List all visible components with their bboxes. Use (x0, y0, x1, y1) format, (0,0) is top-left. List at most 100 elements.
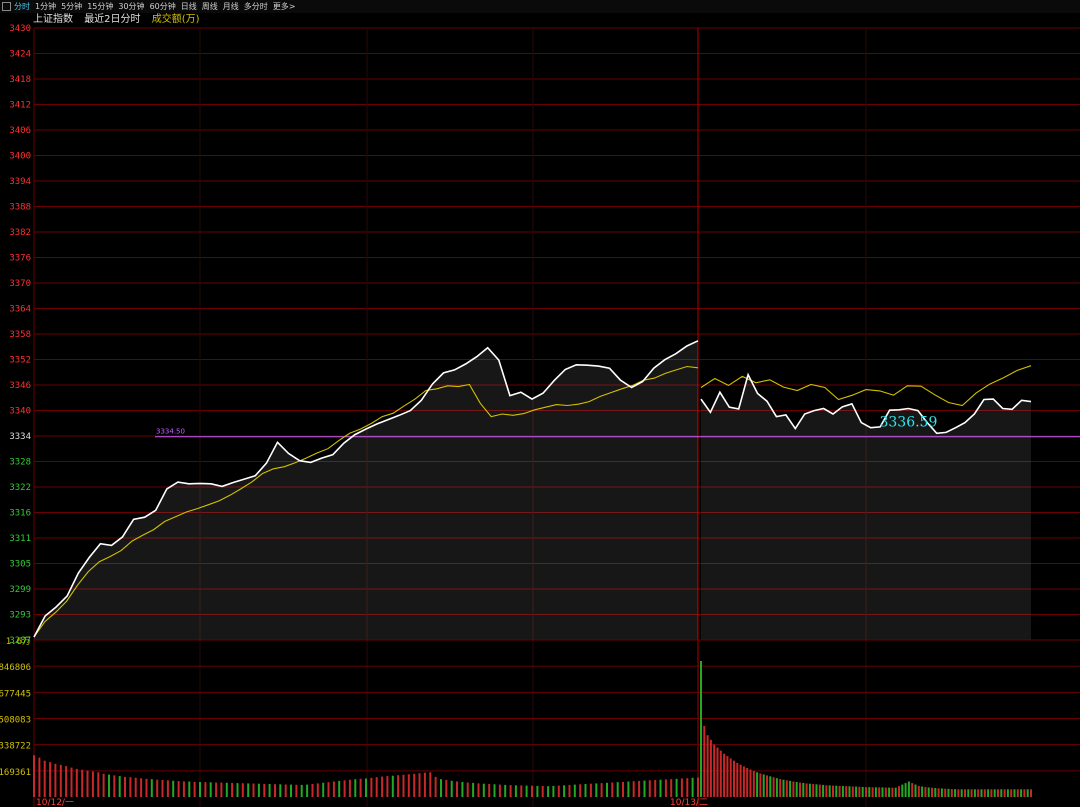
volume-bar (638, 780, 641, 797)
tab-6[interactable]: 日线 (181, 0, 197, 13)
volume-bar (252, 783, 255, 797)
volume-bar (108, 774, 110, 797)
volume-bar (86, 770, 89, 797)
volume-bar (697, 777, 699, 797)
volume-bar (552, 785, 555, 797)
volume-bar (759, 773, 762, 797)
volume-bar (247, 783, 250, 797)
volume-bar (568, 784, 571, 797)
volume-bar (81, 769, 84, 797)
volume-bar (729, 758, 732, 797)
volume-bar (894, 787, 897, 797)
tab-7[interactable]: 周线 (202, 0, 218, 13)
volume-bar (881, 787, 884, 797)
volume-bar (177, 781, 180, 797)
volume-bar (284, 784, 287, 797)
intraday-chart[interactable]: 3430 3424 3418 3412 3406 3400 3394 3388 3382 3376… (0, 0, 1080, 807)
tab-5[interactable]: 60分钟 (150, 0, 176, 13)
volume-tick-label: 1.6万 (6, 637, 31, 647)
volume-bar (1013, 789, 1016, 797)
volume-bar (193, 781, 196, 797)
index-name: 上证指数 (33, 14, 73, 25)
volume-bar (118, 776, 121, 797)
volume-bar (606, 782, 608, 797)
volume-bar (980, 789, 983, 797)
volume-bar (209, 782, 212, 797)
volume-bar (1006, 789, 1009, 797)
volume-bar (888, 787, 891, 797)
volume-bar (987, 789, 990, 797)
volume-bar (878, 787, 881, 797)
volume-bar (589, 783, 592, 797)
volume-bar (795, 782, 798, 797)
volume-bar (822, 784, 825, 797)
volume-bar (723, 753, 726, 797)
volume-bar (901, 784, 904, 797)
volume-bar (812, 784, 815, 797)
volume-bar (719, 750, 722, 797)
volume-bar (300, 784, 303, 797)
y-tick-label: 3430 (9, 24, 31, 34)
y-tick-label: 3340 (9, 407, 31, 417)
volume-bar (914, 784, 917, 797)
tab-3[interactable]: 15分钟 (87, 0, 113, 13)
volume-bar (752, 771, 755, 797)
volume-bar (579, 784, 582, 797)
volume-bar (997, 789, 999, 797)
y-tick-label: 3418 (9, 75, 31, 85)
volume-bar (461, 782, 464, 797)
volume-bar (927, 787, 930, 797)
tab-8[interactable]: 月线 (223, 0, 239, 13)
tab-0[interactable]: 分时 (14, 0, 30, 13)
volume-bar (832, 785, 834, 797)
volume-bar (166, 780, 169, 797)
volume-bar (659, 779, 662, 797)
volume-bar (967, 789, 970, 797)
volume-bar (937, 788, 940, 797)
volume-tick-label: 677445 (0, 689, 31, 699)
tab-1[interactable]: 1分钟 (35, 0, 56, 13)
volume-bar (504, 784, 507, 797)
volume-bar (418, 773, 421, 797)
volume-tick-label: 169361 (0, 768, 31, 778)
volume-bar (664, 779, 667, 797)
volume-bar (911, 783, 914, 797)
reference-line-label: 3334.50 (156, 428, 185, 436)
volume-bar (789, 780, 792, 797)
volume-bar (268, 784, 271, 797)
volume-bar (338, 780, 341, 797)
volume-bar (709, 739, 712, 797)
volume-bar (904, 783, 907, 797)
volume-bar (97, 772, 100, 797)
volume-bar (861, 787, 864, 797)
volume-bar (1026, 789, 1029, 797)
annotation-label: 3336.59 (879, 414, 937, 430)
volume-bar (327, 782, 330, 797)
volume-bar (541, 786, 544, 797)
volume-bar (838, 785, 841, 797)
window-toggle-icon[interactable] (2, 2, 11, 11)
tab-4[interactable]: 30分钟 (118, 0, 144, 13)
tab-2[interactable]: 5分钟 (61, 0, 82, 13)
y-tick-label: 3316 (9, 509, 31, 519)
volume-bar (947, 788, 950, 797)
volume-bar (450, 780, 453, 797)
volume-bar (279, 784, 282, 797)
volume-bar (359, 778, 362, 797)
volume-bar (241, 783, 244, 797)
volume-bar (182, 781, 185, 797)
tab-9[interactable]: 多分时 (244, 0, 268, 13)
tab-10[interactable]: 更多> (273, 0, 296, 13)
volume-bar (805, 783, 808, 797)
volume-bar (215, 782, 218, 797)
volume-bar (700, 661, 702, 797)
volume-bar (498, 784, 501, 797)
volume-bar (124, 776, 126, 797)
chart-header: 上证指数 最近2日分时 成交额(万) (33, 13, 200, 27)
x-date-label: 10/13/二 (670, 798, 708, 807)
volume-bar (891, 787, 894, 797)
volume-bar (835, 785, 838, 797)
volume-bar (851, 786, 854, 797)
volume-bar (322, 782, 325, 797)
volume-bar (306, 784, 309, 797)
